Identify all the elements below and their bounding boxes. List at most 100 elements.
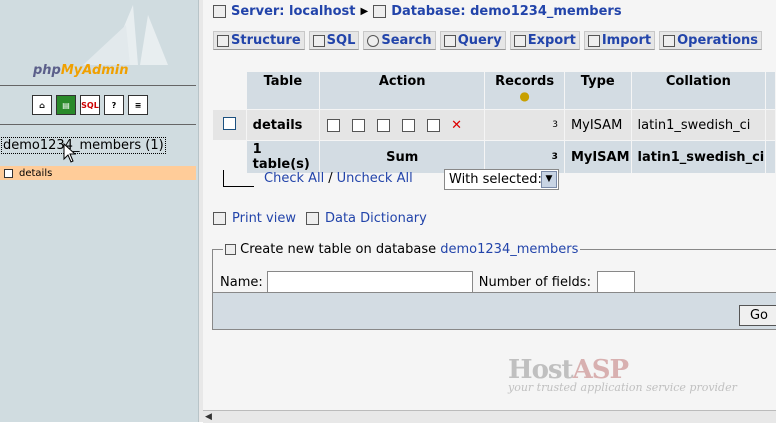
logo-php: php — [33, 63, 61, 78]
summary-count: 1 table(s) — [246, 141, 320, 173]
search-icon[interactable] — [377, 118, 391, 132]
header-table[interactable]: Table — [246, 72, 320, 109]
tab-query[interactable]: Query — [439, 31, 506, 50]
phpmyadmin-logo[interactable]: phpMyAdmin — [33, 63, 129, 78]
uncheck-all-link[interactable]: Uncheck All — [337, 171, 413, 186]
tab-label: Export — [527, 33, 576, 48]
help-icon[interactable]: ? — [104, 95, 124, 115]
search-icon — [367, 34, 380, 47]
tab-export[interactable]: Export — [509, 31, 580, 50]
header-collation: Collation — [631, 72, 766, 109]
phpmyadmin-sail-logo — [83, 5, 168, 65]
new-table-icon — [225, 244, 236, 255]
sql-icon[interactable]: SQL — [80, 95, 100, 115]
sidebar-divider — [0, 85, 196, 86]
create-table-form: Name: Number of fields: — [220, 271, 635, 293]
tab-structure[interactable]: Structure — [213, 31, 305, 50]
print-links: Print view Data Dictionary — [213, 211, 427, 226]
table-icon[interactable] — [4, 168, 13, 178]
breadcrumb-arrow-icon: ▶ — [360, 6, 369, 17]
left-navigation-frame: phpMyAdmin ⌂ ▤ SQL ? ≡ demo1234_members … — [0, 0, 198, 422]
database-name[interactable]: demo1234_members (1) — [1, 137, 166, 154]
breadcrumb-database[interactable]: Database: demo1234_members — [391, 4, 621, 19]
name-label: Name: — [220, 274, 263, 290]
header-records-label: Records — [495, 74, 555, 89]
browse-icon[interactable] — [327, 118, 341, 132]
fields-label: Number of fields: — [478, 274, 591, 290]
server-icon — [213, 5, 226, 18]
header-spacer — [213, 72, 246, 109]
logo-myadmin: MyAdmin — [60, 63, 129, 78]
data-dictionary-link[interactable]: Data Dictionary — [325, 211, 427, 226]
go-button[interactable]: Go — [739, 305, 776, 326]
query-icon — [443, 34, 456, 47]
horizontal-scrollbar[interactable]: ◀ — [203, 410, 776, 423]
sidebar-table-details[interactable]: details — [0, 166, 196, 180]
header-records: Records ● — [485, 72, 564, 109]
check-all-link[interactable]: Check All — [264, 171, 324, 186]
tab-label: Structure — [231, 33, 301, 48]
with-selected-value: With selected: — [449, 172, 542, 187]
operations-icon — [663, 34, 676, 47]
tab-label: SQL — [326, 33, 356, 48]
action-cell: ✕ — [320, 110, 485, 140]
overflow-cell — [766, 110, 775, 140]
breadcrumb-server[interactable]: Server: localhost — [231, 4, 355, 19]
scroll-left-icon[interactable]: ◀ — [205, 412, 212, 422]
tab-label: Import — [601, 33, 652, 48]
records-value: 3 — [485, 110, 564, 140]
watermark-tagline: your trusted application service provide… — [508, 381, 737, 394]
tab-label: Search — [381, 33, 432, 48]
structure-icon — [217, 34, 229, 47]
chevron-down-icon[interactable]: ▼ — [541, 171, 557, 188]
print-view-link[interactable]: Print view — [232, 211, 296, 226]
empty-icon[interactable] — [427, 118, 441, 132]
collation-value: latin1_swedish_ci — [631, 110, 766, 140]
summary-collation: latin1_swedish_ci — [631, 141, 766, 173]
with-selected-select[interactable]: With selected: ▼ — [444, 169, 559, 190]
quick-icons: ⌂ ▤ SQL ? ≡ — [32, 95, 148, 115]
drop-icon[interactable]: ✕ — [451, 118, 462, 133]
create-table-fieldset: Create new table on database demo1234_me… — [212, 242, 776, 330]
tab-search[interactable]: Search — [363, 31, 436, 50]
tab-label: Query — [457, 33, 502, 48]
dictionary-icon — [305, 212, 319, 225]
docs-icon[interactable]: ≡ — [128, 95, 148, 115]
home-icon[interactable]: ⌂ — [32, 95, 52, 115]
tab-label: Operations — [677, 33, 759, 48]
header-type: Type — [564, 72, 631, 109]
table-name[interactable]: details — [246, 110, 320, 140]
sidebar-table-label: details — [19, 167, 53, 179]
header-overflow — [766, 72, 775, 109]
row-checkbox-cell — [213, 110, 246, 140]
header-action: Action — [320, 72, 485, 109]
table-name-input[interactable] — [266, 271, 473, 293]
row-checkbox[interactable] — [222, 116, 236, 130]
check-separator: / — [328, 171, 333, 186]
fields-count-input[interactable] — [596, 271, 635, 293]
records-hint-icon: ● — [519, 89, 530, 103]
database-icon — [373, 5, 387, 18]
tab-operations[interactable]: Operations — [659, 31, 763, 50]
tab-import[interactable]: Import — [583, 31, 656, 50]
create-table-db-link[interactable]: demo1234_members — [440, 242, 578, 257]
import-icon — [587, 34, 600, 47]
create-table-text: Create new table on database — [240, 242, 437, 257]
table-row: details ✕ 3 MyISAM latin1_swedish_ci — [213, 110, 775, 140]
summary-type: MyISAM — [564, 141, 631, 173]
sidebar-divider-2 — [0, 124, 196, 125]
tab-sql[interactable]: SQL — [308, 31, 360, 50]
export-icon — [513, 34, 526, 47]
mouse-cursor-icon — [63, 143, 77, 163]
table-header-row: Table Action Records ● Type Collation — [213, 72, 775, 109]
sql-icon — [312, 34, 325, 47]
summary-overflow — [766, 141, 775, 173]
breadcrumb: Server: localhost ▶ Database: demo1234_m… — [213, 4, 622, 19]
create-table-legend: Create new table on database demo1234_me… — [223, 242, 580, 257]
insert-icon[interactable] — [402, 118, 416, 132]
arrow-up-left-icon — [223, 170, 254, 187]
tab-bar: Structure SQL Search Query Export Import… — [213, 31, 763, 50]
query-window-icon[interactable]: ▤ — [56, 95, 76, 115]
structure-icon[interactable] — [352, 118, 366, 132]
tables-list: Table Action Records ● Type Collation de… — [212, 71, 776, 174]
